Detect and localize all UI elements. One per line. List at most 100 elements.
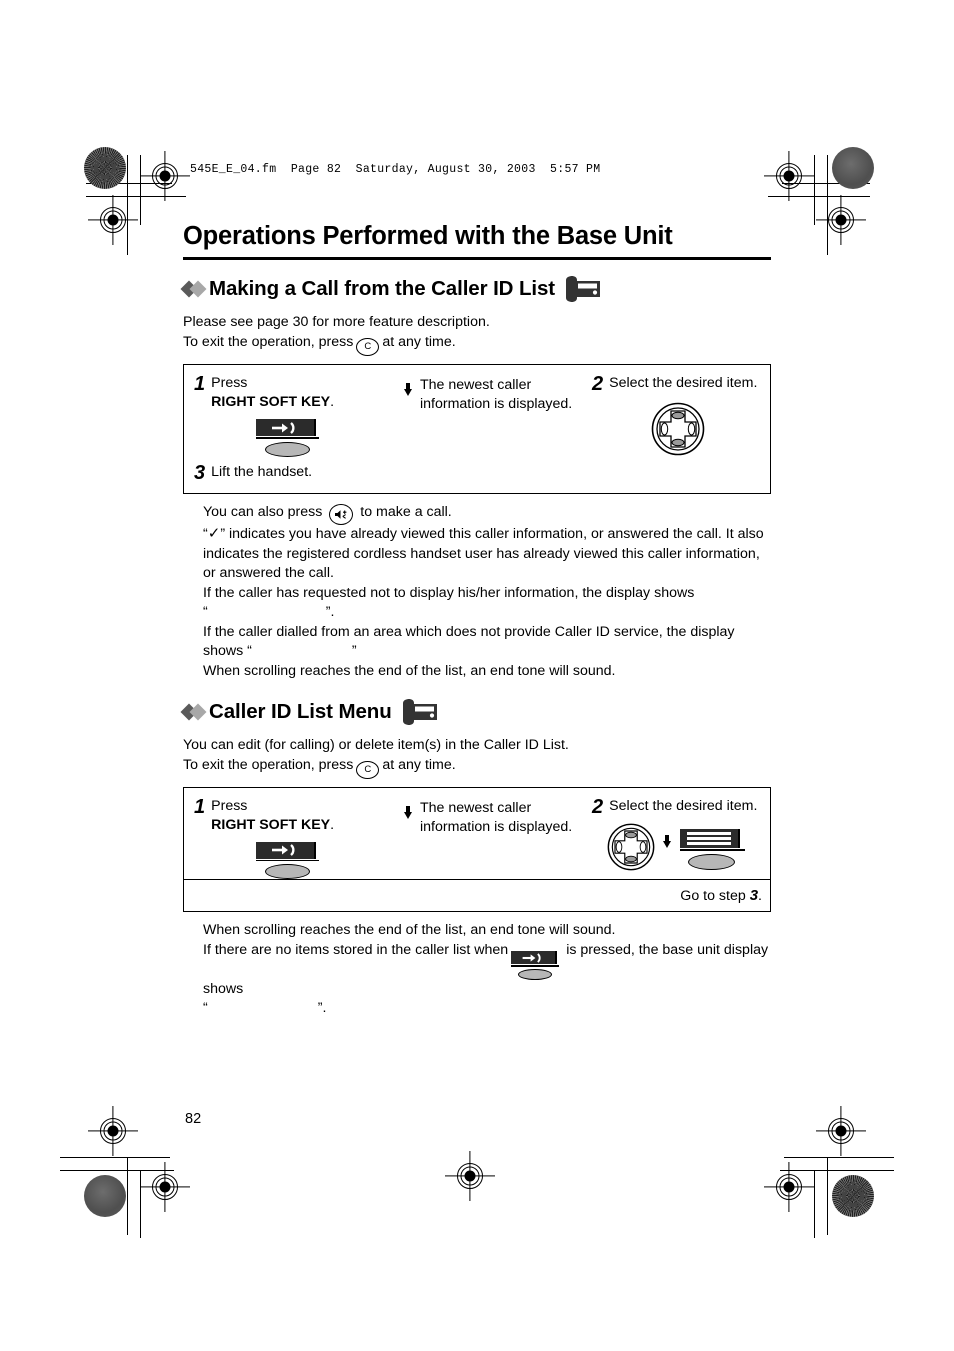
step1-line1: Press — [211, 797, 248, 814]
quote-close: ” — [351, 643, 357, 660]
note-body: ” indicates you have already viewed this… — [203, 526, 764, 582]
flow-arrow-column — [396, 788, 420, 880]
note-out-of-area: If the caller dialled from an area which… — [203, 623, 771, 662]
registration-dot — [783, 1181, 795, 1193]
soft-key-underline — [256, 859, 319, 862]
crop-line — [814, 155, 816, 225]
note-body: If the caller dialled from an area which… — [203, 623, 735, 660]
flow-arrow-icon — [403, 805, 413, 819]
section2-notes: When scrolling reaches the end of the li… — [183, 921, 771, 1018]
diamond-bullet-icon — [180, 280, 207, 298]
quote-close: ”. — [317, 1000, 327, 1017]
crop-line — [86, 196, 186, 198]
crop-line — [60, 1170, 174, 1172]
registration-dot — [159, 1181, 171, 1193]
step1-line1: Press — [211, 375, 248, 392]
step-box-making-a-call: 1 Press RIGHT SOFT KEY. The newest calle… — [183, 364, 771, 495]
speakerphone-key-icon — [329, 504, 354, 526]
page-number: 82 — [185, 1111, 202, 1127]
page-content: Operations Performed with the Base Unit … — [180, 222, 771, 1019]
menu-key-underline — [679, 849, 745, 851]
menu-bar — [686, 842, 731, 845]
step-number: 1 — [194, 373, 206, 396]
soft-key-button-pad — [265, 441, 310, 457]
page-title: Operations Performed with the Base Unit — [183, 222, 673, 250]
section1-notes: You can also press to make a call. “ ✓” i… — [183, 503, 771, 681]
navigator-wrapper — [592, 402, 764, 461]
step1-result-text: The newest caller information is display… — [420, 376, 572, 414]
step1-text: Press RIGHT SOFT KEY. — [211, 374, 334, 412]
note-end-tone: When scrolling reaches the end of the li… — [203, 662, 616, 679]
flow-arrow-column — [396, 365, 420, 461]
cancel-key-icon: C — [356, 338, 380, 357]
exit-text-suffix: at any time. — [382, 757, 456, 774]
halftone-dot — [84, 1175, 126, 1217]
quote-open: “ — [203, 1000, 208, 1017]
note-suffix: to make a call. — [360, 504, 452, 521]
crop-line — [780, 1170, 894, 1172]
exit-text-prefix: To exit the operation, press — [183, 334, 354, 351]
registration-mark — [152, 163, 178, 189]
navigator-joystick-icon — [607, 823, 654, 871]
step1-result-column: The newest caller information is display… — [420, 788, 592, 880]
step1-key-label: RIGHT SOFT KEY — [211, 394, 331, 411]
file-stamp: 545E_E_04.fm Page 82 Saturday, August 30… — [190, 163, 601, 176]
soft-key-underline — [256, 437, 319, 439]
result-line2: information is displayed. — [420, 818, 573, 835]
footer-tail: . — [758, 888, 762, 905]
step-row: 1 Press RIGHT SOFT KEY. The newest calle… — [184, 365, 770, 461]
section2-intro-line2: To exit the operation, press Cat any time… — [183, 755, 771, 779]
crop-line — [60, 1157, 170, 1159]
registration-mark — [152, 1174, 178, 1200]
step-number: 3 — [194, 462, 206, 485]
quote-open: “ — [247, 643, 252, 660]
section-title: Caller ID List Menu — [209, 699, 392, 723]
section-heading-making-a-call: Making a Call from the Caller ID List — [180, 276, 771, 303]
registration-dot — [107, 214, 119, 226]
flow-arrow-icon — [403, 383, 413, 397]
cancel-key-icon: C — [356, 760, 380, 779]
soft-key-button-pad — [518, 968, 553, 980]
step1-key-label: RIGHT SOFT KEY — [211, 816, 331, 833]
right-soft-key-icon — [256, 419, 322, 457]
step3-text: Lift the handset. — [211, 464, 313, 481]
registration-mark-bottom-center — [457, 1163, 483, 1189]
registration-mark — [828, 207, 854, 233]
section-title: Making a Call from the Caller ID List — [209, 277, 556, 301]
note-no-items: If there are no items stored in the call… — [203, 941, 771, 1019]
soft-key-display — [256, 841, 316, 859]
step1-result-column: The newest caller information is display… — [420, 365, 592, 461]
crop-line — [127, 1157, 129, 1235]
exit-text-suffix: at any time. — [382, 334, 456, 351]
soft-key-underline — [511, 965, 560, 967]
step1-period: . — [330, 394, 335, 411]
note-prefix: You can also press — [203, 504, 323, 521]
registration-mark — [776, 1174, 802, 1200]
registration-dot — [835, 1125, 847, 1137]
crop-line — [127, 155, 129, 255]
menu-key-display — [679, 829, 740, 849]
crop-line — [140, 155, 142, 225]
registration-dot — [159, 170, 171, 182]
step3-row: 3 Lift the handset. — [184, 461, 770, 493]
crop-line — [827, 1157, 829, 1235]
exit-text-prefix: To exit the operation, press — [183, 757, 354, 774]
step2-keys-row — [592, 823, 764, 871]
registration-mark — [100, 207, 126, 233]
step1-text: Press RIGHT SOFT KEY. — [211, 797, 334, 835]
note-prefix: If there are no items stored in the call… — [203, 941, 509, 958]
base-unit-icon — [564, 276, 602, 303]
crop-line — [814, 1170, 816, 1238]
step1-period: . — [330, 816, 335, 833]
step2-column: 2 Select the desired item. — [592, 788, 770, 880]
soft-key-display — [256, 419, 316, 437]
step-row: 1 Press RIGHT SOFT KEY. The newest calle… — [184, 788, 770, 880]
section-heading-caller-id-list-menu: Caller ID List Menu — [180, 699, 771, 726]
step2-text: Select the desired item. — [609, 375, 758, 392]
step-box-caller-id-list-menu: 1 Press RIGHT SOFT KEY. The newest calle… — [183, 786, 771, 913]
registration-mark — [776, 163, 802, 189]
check-mark-icon: ✓ — [207, 526, 221, 543]
menu-soft-key-icon — [679, 829, 750, 870]
section2-intro-line1: You can edit (for calling) or delete ite… — [183, 737, 569, 754]
registration-dot — [835, 214, 847, 226]
